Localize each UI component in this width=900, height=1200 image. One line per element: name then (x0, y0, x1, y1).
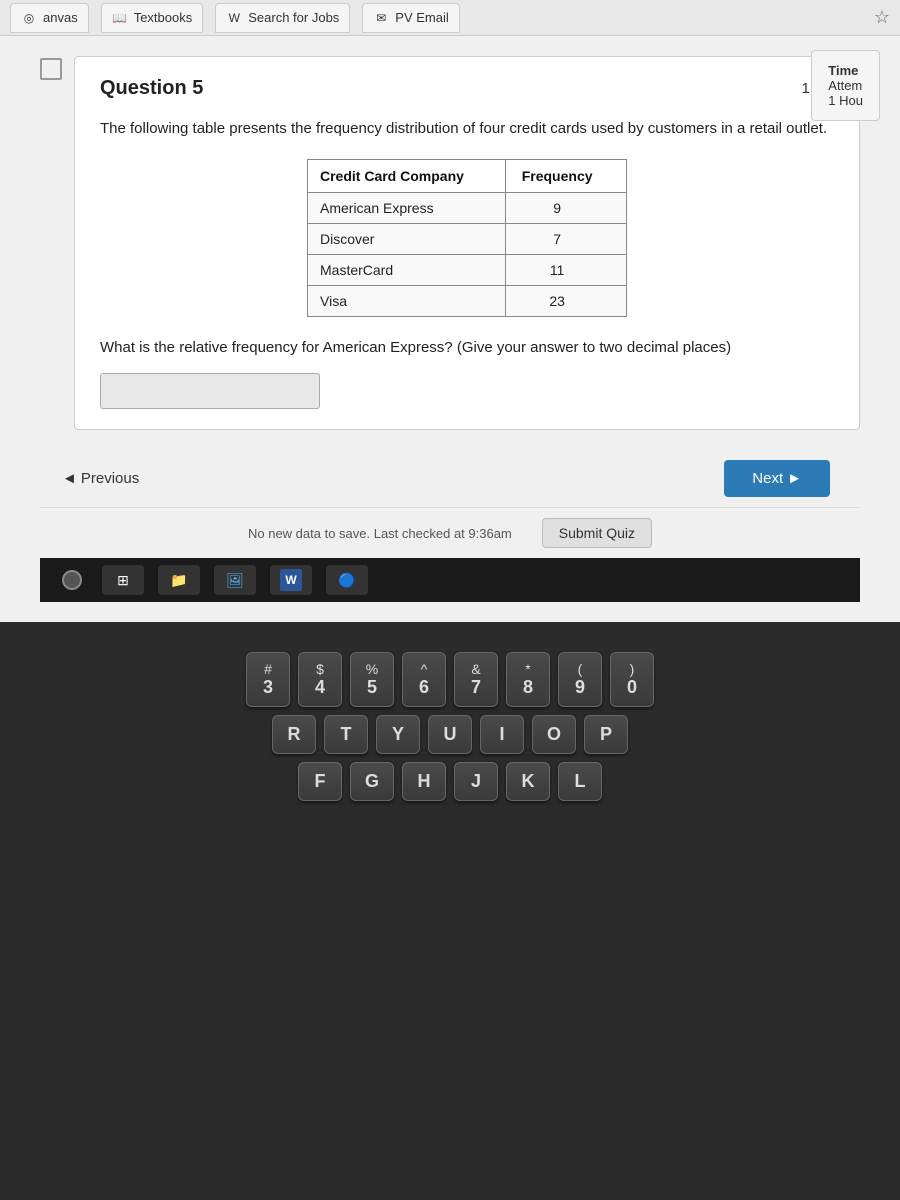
key-k[interactable]: K (506, 762, 550, 801)
word-icon: W (280, 569, 302, 591)
freq-visa: 23 (506, 285, 627, 316)
browser-area: Question 5 1 pts The following table pre… (0, 36, 900, 622)
key-l[interactable]: L (558, 762, 602, 801)
freq-discover: 7 (506, 223, 627, 254)
taskbar-app-chrome[interactable]: 🔵 (326, 565, 368, 595)
key-g[interactable]: G (350, 762, 394, 801)
taskbar-app-image[interactable]: 🖼 (214, 565, 256, 595)
taskbar: ⊞ 📁 🖼 W 🔵 (40, 558, 860, 602)
canvas-icon: ◎ (21, 10, 37, 26)
grid-icon: ⊞ (112, 569, 134, 591)
submit-quiz-button[interactable]: Submit Quiz (542, 518, 652, 548)
navigation-row: ◄ Previous Next ► (40, 450, 860, 507)
time-panel: Time Attem 1 Hou (811, 50, 880, 121)
keyboard-row-2: R T Y U I O P (20, 715, 880, 754)
key-h[interactable]: H (402, 762, 446, 801)
image-icon: 🖼 (224, 569, 246, 591)
previous-arrow-icon: ◄ (62, 470, 77, 487)
pv-email-icon: ✉ (373, 10, 389, 26)
chrome-icon: 🔵 (336, 569, 358, 591)
next-label: Next (752, 470, 783, 487)
table-header-frequency: Frequency (506, 159, 627, 192)
folder-icon: 📁 (168, 569, 190, 591)
key-4[interactable]: $4 (298, 652, 342, 707)
search-jobs-icon: W (226, 10, 242, 26)
keyboard-row-3: F G H J K L (20, 762, 880, 801)
table-row: American Express 9 (308, 192, 627, 223)
tab-canvas-label: anvas (43, 10, 78, 25)
key-6[interactable]: ^6 (402, 652, 446, 707)
question-intro: The following table presents the frequen… (100, 118, 834, 141)
question-title: Question 5 (100, 77, 203, 100)
freq-american-express: 9 (506, 192, 627, 223)
key-9[interactable]: (9 (558, 652, 602, 707)
key-f[interactable]: F (298, 762, 342, 801)
next-arrow-icon: ► (787, 470, 802, 487)
dark-area: #3 $4 %5 ^6 &7 *8 (9 )0 R T Y U I O P F … (0, 622, 900, 1200)
key-u[interactable]: U (428, 715, 472, 754)
windows-circle-icon (62, 570, 82, 590)
key-8[interactable]: *8 (506, 652, 550, 707)
status-bar: No new data to save. Last checked at 9:3… (40, 507, 860, 558)
tab-pv-email[interactable]: ✉ PV Email (362, 3, 459, 33)
table-header-company: Credit Card Company (308, 159, 506, 192)
next-button[interactable]: Next ► (724, 460, 830, 497)
hours-label: 1 Hou (828, 93, 863, 108)
textbooks-icon: 📖 (112, 10, 128, 26)
key-y[interactable]: Y (376, 715, 420, 754)
key-0[interactable]: )0 (610, 652, 654, 707)
frequency-table: Credit Card Company Frequency American E… (307, 159, 627, 317)
time-label: Time (828, 63, 863, 78)
key-5[interactable]: %5 (350, 652, 394, 707)
tab-search-jobs[interactable]: W Search for Jobs (215, 3, 350, 33)
tab-textbooks-label: Textbooks (134, 10, 193, 25)
key-i[interactable]: I (480, 715, 524, 754)
taskbar-app-folder[interactable]: 📁 (158, 565, 200, 595)
previous-button[interactable]: ◄ Previous (50, 462, 151, 495)
key-r[interactable]: R (272, 715, 316, 754)
key-o[interactable]: O (532, 715, 576, 754)
freq-mastercard: 11 (506, 254, 627, 285)
company-visa: Visa (308, 285, 506, 316)
tab-textbooks[interactable]: 📖 Textbooks (101, 3, 204, 33)
followup-text: What is the relative frequency for Ameri… (100, 337, 834, 360)
table-row: Discover 7 (308, 223, 627, 254)
taskbar-app-word[interactable]: W (270, 565, 312, 595)
taskbar-app-grid[interactable]: ⊞ (102, 565, 144, 595)
key-j[interactable]: J (454, 762, 498, 801)
keyboard-row-1: #3 $4 %5 ^6 &7 *8 (9 )0 (20, 652, 880, 707)
company-discover: Discover (308, 223, 506, 254)
attempt-label: Attem (828, 78, 863, 93)
table-row: Visa 23 (308, 285, 627, 316)
tab-canvas[interactable]: ◎ anvas (10, 3, 89, 33)
star-icon[interactable]: ☆ (874, 7, 890, 28)
tab-search-jobs-label: Search for Jobs (248, 10, 339, 25)
key-3[interactable]: #3 (246, 652, 290, 707)
answer-input-box[interactable] (100, 373, 320, 409)
company-american-express: American Express (308, 192, 506, 223)
key-7[interactable]: &7 (454, 652, 498, 707)
key-p[interactable]: P (584, 715, 628, 754)
key-t[interactable]: T (324, 715, 368, 754)
question-checkbox[interactable] (40, 58, 62, 80)
keyboard-section: #3 $4 %5 ^6 &7 *8 (9 )0 R T Y U I O P F … (0, 622, 900, 1200)
table-row: MasterCard 11 (308, 254, 627, 285)
windows-button[interactable] (56, 564, 88, 596)
status-message: No new data to save. Last checked at 9:3… (248, 526, 512, 541)
previous-label: Previous (81, 470, 139, 487)
tab-bar: ◎ anvas 📖 Textbooks W Search for Jobs ✉ … (0, 0, 900, 36)
company-mastercard: MasterCard (308, 254, 506, 285)
tab-pv-email-label: PV Email (395, 10, 448, 25)
